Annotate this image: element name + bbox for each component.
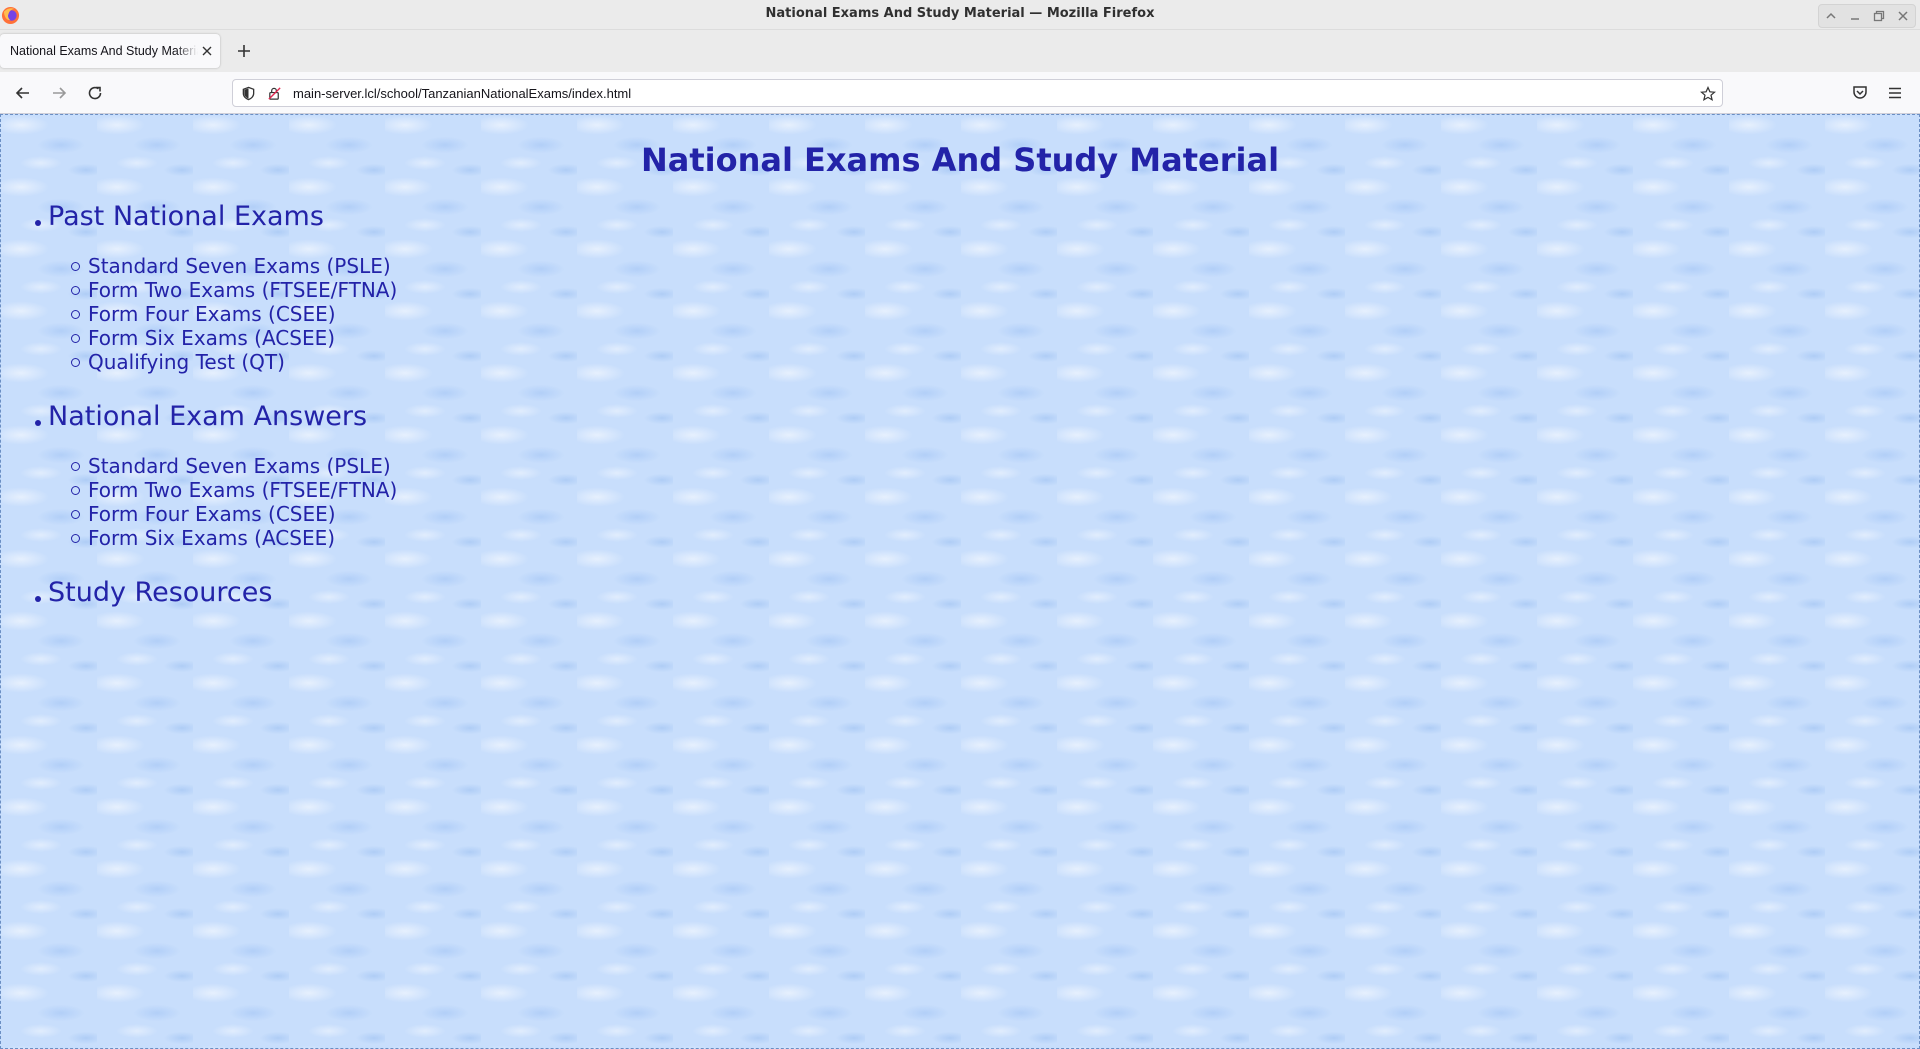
tab-close-icon[interactable] [200,44,214,58]
tab-strip: National Exams And Study Material [0,30,1920,72]
tab-label: National Exams And Study Material [10,44,198,58]
maximize-button[interactable] [1871,8,1887,24]
lock-warning-icon[interactable] [267,86,282,101]
reload-icon[interactable] [86,84,104,102]
list-item-link[interactable]: Form Two Exams (FTSEE/FTNA) [1,278,1919,302]
window-title: National Exams And Study Material — Mozi… [765,6,1155,21]
list-item-link[interactable]: Form Six Exams (ACSEE) [1,526,1919,550]
list-item-link[interactable]: Standard Seven Exams (PSLE) [1,254,1919,278]
new-tab-icon[interactable] [234,41,254,61]
list-item-link[interactable]: Form Four Exams (CSEE) [1,502,1919,526]
minimize-button[interactable] [1847,8,1863,24]
hamburger-menu-icon[interactable] [1886,84,1904,102]
section-past-exams: Past National Exams Standard Seven Exams… [1,200,1919,374]
window-up-button[interactable] [1823,8,1839,24]
close-icon [1898,11,1908,21]
section-exam-answers: National Exam Answers Standard Seven Exa… [1,400,1919,550]
close-window-button[interactable] [1895,8,1911,24]
shield-icon[interactable] [241,86,256,101]
tab-active[interactable]: National Exams And Study Material [0,34,220,68]
chevron-up-icon [1826,12,1836,19]
section-heading: National Exam Answers [1,400,1919,434]
star-icon[interactable] [1700,86,1716,102]
page-content: National Exams And Study Material Past N… [0,114,1920,1049]
list-item-link[interactable]: Form Six Exams (ACSEE) [1,326,1919,350]
sub-list: Standard Seven Exams (PSLE) Form Two Exa… [1,454,1919,550]
forward-arrow-icon[interactable] [50,84,68,102]
section-heading[interactable]: Study Resources [1,576,1919,610]
address-bar[interactable]: main-server.lcl/school/TanzanianNational… [232,79,1723,107]
list-item-link[interactable]: Standard Seven Exams (PSLE) [1,454,1919,478]
url-text[interactable]: main-server.lcl/school/TanzanianNational… [293,86,631,101]
section-heading: Past National Exams [1,200,1919,234]
list-item-link[interactable]: Form Two Exams (FTSEE/FTNA) [1,478,1919,502]
minimize-icon [1851,18,1859,20]
back-arrow-icon[interactable] [14,84,32,102]
browser-window: National Exams And Study Material — Mozi… [0,0,1920,1049]
page-title: National Exams And Study Material [640,141,1280,179]
pocket-icon[interactable] [1851,84,1869,102]
title-bar: National Exams And Study Material — Mozi… [0,0,1920,30]
navigation-bar: main-server.lcl/school/TanzanianNational… [0,72,1920,114]
list-item-link[interactable]: Form Four Exams (CSEE) [1,302,1919,326]
section-list: Past National Exams Standard Seven Exams… [1,200,1919,610]
window-controls [1818,4,1916,28]
sub-list: Standard Seven Exams (PSLE) Form Two Exa… [1,254,1919,374]
list-item-link[interactable]: Qualifying Test (QT) [1,350,1919,374]
restore-icon [1873,10,1885,22]
section-study-resources: Study Resources [1,576,1919,610]
